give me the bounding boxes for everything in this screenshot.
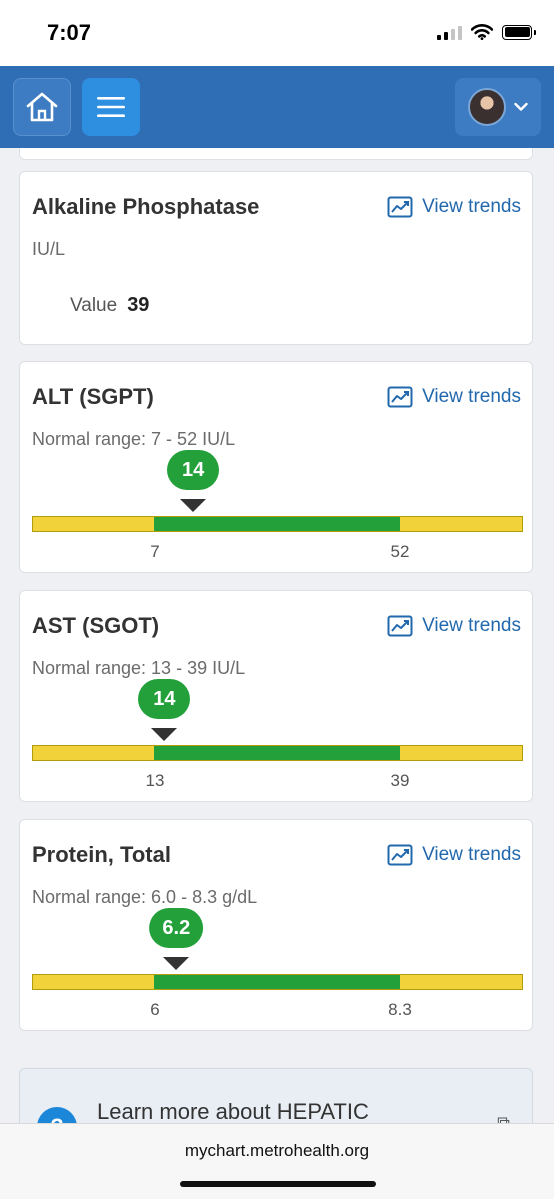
value-label: Value <box>70 295 118 316</box>
value-pointer <box>163 957 190 970</box>
result-card-alt: ALT (SGPT) View trends Normal range: 7 -… <box>19 361 533 573</box>
previous-result-card <box>19 148 533 160</box>
result-card-ast: AST (SGOT) View trends Normal range: 13 … <box>19 590 533 802</box>
url-text: mychart.metrohealth.org <box>184 1141 370 1160</box>
avatar <box>468 88 506 126</box>
home-icon <box>26 92 58 122</box>
value-bubble: 14 <box>138 679 191 719</box>
result-title: AST (SGOT) <box>32 613 160 638</box>
status-time: 7:07 <box>47 20 92 45</box>
value-bubble: 6.2 <box>149 908 204 948</box>
result-title: Alkaline Phosphatase <box>32 194 260 219</box>
range-high-label: 52 <box>390 542 410 561</box>
browser-address-bar[interactable]: mychart.metrohealth.org <box>0 1123 554 1199</box>
status-bar: 7:07 <box>0 0 554 66</box>
status-icons <box>437 24 536 40</box>
value-number: 39 <box>127 294 150 316</box>
trend-chart-icon <box>387 196 413 218</box>
range-low-label: 6 <box>150 1000 160 1019</box>
wifi-icon <box>471 24 493 40</box>
app-header <box>0 66 554 148</box>
view-trends-link[interactable]: View trends <box>387 196 521 218</box>
value-line: Value 39 <box>70 294 149 317</box>
result-title: Protein, Total <box>32 842 171 867</box>
normal-range-segment <box>154 746 400 760</box>
external-link-icon: ⧉ <box>497 1113 510 1123</box>
info-icon: ? <box>37 1107 77 1123</box>
chevron-down-icon <box>514 102 528 111</box>
account-menu-button[interactable] <box>455 78 541 136</box>
normal-range-segment <box>154 517 400 531</box>
home-indicator <box>180 1181 376 1187</box>
cellular-signal-icon <box>437 24 462 40</box>
trend-chart-icon <box>387 615 413 637</box>
range-bar <box>32 974 523 990</box>
view-trends-link[interactable]: View trends <box>387 386 521 408</box>
learn-more-text: Learn more about HEPATIC <box>97 1099 369 1123</box>
view-trends-label: View trends <box>422 615 521 636</box>
value-pointer <box>151 728 178 741</box>
hamburger-menu-icon <box>97 97 125 117</box>
home-button[interactable] <box>13 78 71 136</box>
normal-range-text: Normal range: 13 - 39 IU/L <box>32 658 246 678</box>
range-high-label: 39 <box>390 771 410 790</box>
trend-chart-icon <box>387 386 413 408</box>
value-bubble: 14 <box>167 450 220 490</box>
menu-button[interactable] <box>82 78 140 136</box>
result-unit: IU/L <box>32 239 66 259</box>
trend-chart-icon <box>387 844 413 866</box>
normal-range-segment <box>154 975 400 989</box>
range-bar <box>32 516 523 532</box>
view-trends-label: View trends <box>422 386 521 407</box>
view-trends-link[interactable]: View trends <box>387 844 521 866</box>
battery-icon <box>502 24 536 40</box>
view-trends-link[interactable]: View trends <box>387 615 521 637</box>
view-trends-label: View trends <box>422 196 521 217</box>
result-card-protein-total: Protein, Total View trends Normal range:… <box>19 819 533 1031</box>
range-high-label: 8.3 <box>388 1000 412 1019</box>
range-bar <box>32 745 523 761</box>
results-content: Alkaline Phosphatase View trends IU/L Va… <box>0 148 554 1123</box>
normal-range-text: Normal range: 7 - 52 IU/L <box>32 429 236 449</box>
learn-more-card[interactable]: ? Learn more about HEPATIC ⧉ <box>19 1068 533 1123</box>
range-low-label: 13 <box>145 771 165 790</box>
range-low-label: 7 <box>150 542 160 561</box>
view-trends-label: View trends <box>422 844 521 865</box>
normal-range-text: Normal range: 6.0 - 8.3 g/dL <box>32 887 258 907</box>
result-card-alkaline-phosphatase: Alkaline Phosphatase View trends IU/L Va… <box>19 171 533 345</box>
value-pointer <box>180 499 207 512</box>
result-title: ALT (SGPT) <box>32 384 154 409</box>
